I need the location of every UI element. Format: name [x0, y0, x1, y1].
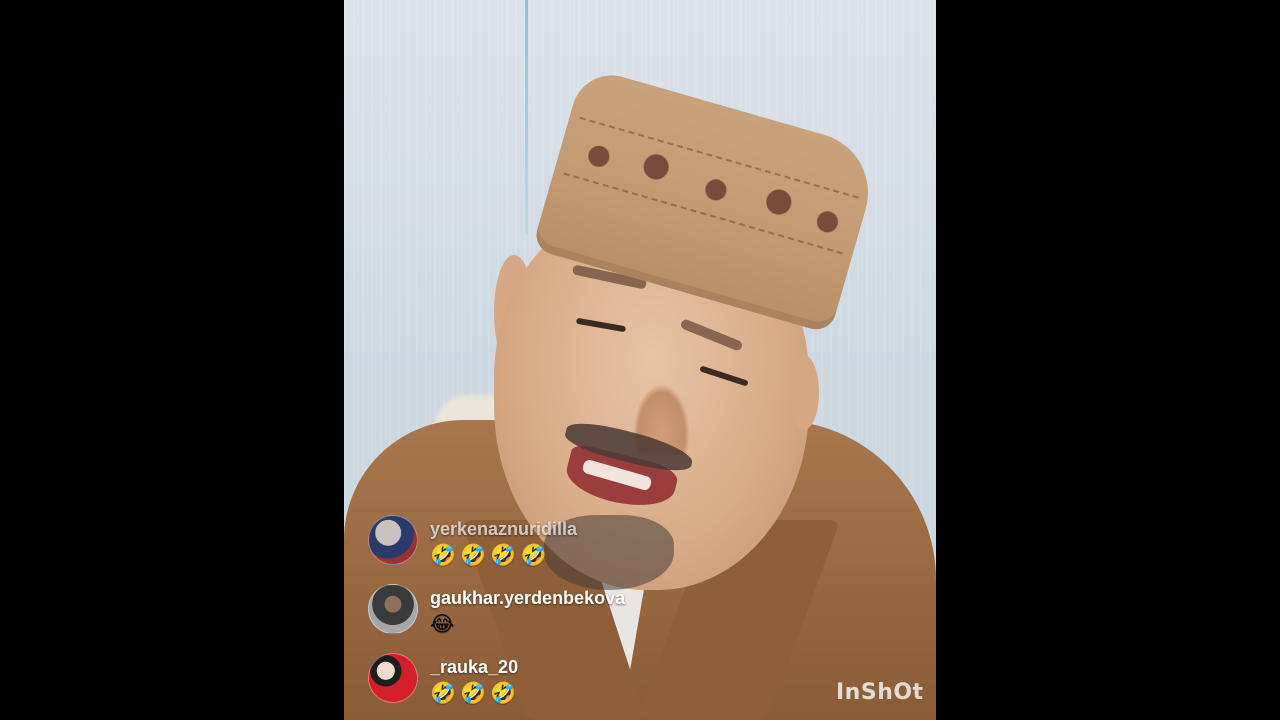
comment-message: 😂: [430, 612, 459, 636]
inshot-watermark: InShOt: [836, 680, 924, 705]
user-avatar[interactable]: [368, 515, 418, 565]
comment-item: _rauka_20 🤣🤣🤣: [368, 653, 788, 713]
comment-item: yerkenaznuridilla 🤣🤣🤣🤣: [368, 515, 788, 575]
user-avatar[interactable]: [368, 653, 418, 703]
letterbox-left: [0, 0, 344, 720]
user-avatar[interactable]: [368, 584, 418, 634]
window-blind-highlight: [525, 0, 528, 235]
comment-item: gaukhar.yerdenbekova 😂: [368, 584, 788, 644]
comment-username[interactable]: yerkenaznuridilla: [430, 519, 577, 540]
letterbox-right: [936, 0, 1280, 720]
person-ear-right: [789, 355, 819, 430]
hat-ornament-band: [563, 116, 859, 255]
comment-username[interactable]: _rauka_20: [430, 657, 518, 678]
comment-message: 🤣🤣🤣: [430, 681, 521, 705]
comment-message: 🤣🤣🤣🤣: [430, 543, 551, 567]
comment-username[interactable]: gaukhar.yerdenbekova: [430, 588, 625, 609]
